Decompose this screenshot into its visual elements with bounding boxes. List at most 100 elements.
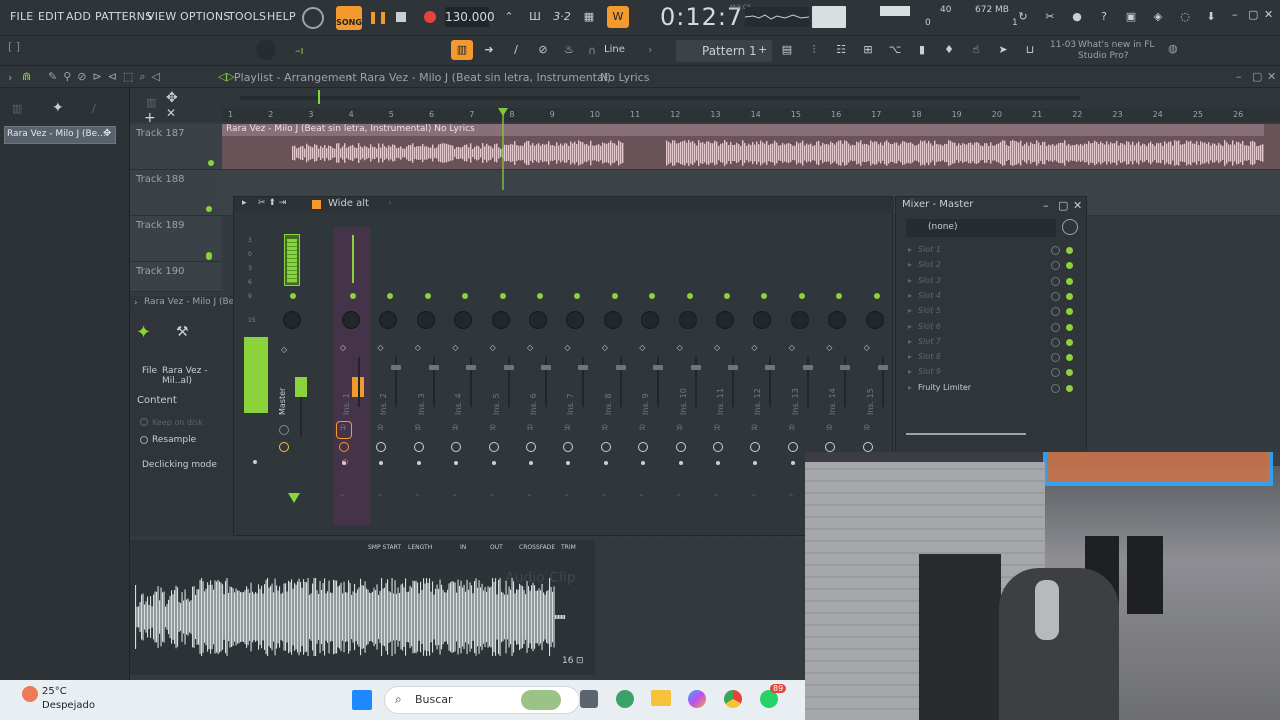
- clip-param-crossfade[interactable]: CROSSFADE: [519, 544, 555, 551]
- fx-slot-mix-knob[interactable]: [1051, 337, 1060, 347]
- fx-slot-7[interactable]: ▸ Slot 7: [906, 335, 1078, 350]
- step-edit-icon[interactable]: ▦: [580, 8, 598, 26]
- insert-strip-10[interactable]: ◇ Ins. 10 ⍾ ⌃: [671, 197, 707, 502]
- insert-led[interactable]: [537, 293, 543, 299]
- playlist-menu-arrow-icon[interactable]: ›: [8, 71, 12, 84]
- insert-stereo-icon[interactable]: ◇: [527, 343, 533, 352]
- fx-slot-arrow-icon[interactable]: ▸: [908, 367, 912, 376]
- pause-icon[interactable]: ❚❚: [368, 10, 388, 24]
- insert-pan-knob[interactable]: [790, 311, 809, 329]
- help-icon[interactable]: ?: [1095, 8, 1113, 26]
- insert-stereo-icon[interactable]: ◇: [415, 343, 421, 352]
- insert-route-arrow-icon[interactable]: ⌃: [451, 493, 458, 502]
- insert-send-dot[interactable]: [416, 461, 421, 465]
- playlist-mode-icon[interactable]: ◁▷: [218, 70, 235, 83]
- globe-icon[interactable]: ◍: [1168, 42, 1178, 55]
- panel-eq-slider[interactable]: [906, 433, 1026, 435]
- pitch-slider-icon[interactable]: –ı: [295, 44, 304, 57]
- insert-led[interactable]: [462, 293, 469, 299]
- insert-pan-knob[interactable]: [865, 311, 884, 329]
- track-header-187[interactable]: Track 187: [130, 124, 222, 170]
- insert-led[interactable]: [574, 293, 581, 299]
- insert-send-dot[interactable]: [753, 461, 758, 465]
- close-icon[interactable]: ✕: [1264, 8, 1273, 21]
- wait-record-icon[interactable]: Ш: [526, 8, 544, 26]
- insert-fader-cap[interactable]: [765, 365, 776, 370]
- fx-slot-arrow-icon[interactable]: ▸: [908, 337, 912, 346]
- insert-pan-knob[interactable]: [566, 311, 585, 329]
- track-header-190[interactable]: Track 190: [130, 254, 222, 292]
- master-led[interactable]: [290, 293, 296, 299]
- insert-route-arrow-icon[interactable]: ⌃: [601, 493, 608, 502]
- pattern-selector[interactable]: Pattern 1 +: [676, 40, 772, 62]
- channel-arrow-icon[interactable]: ›: [134, 298, 138, 308]
- ruler-bar-24[interactable]: 24: [1153, 110, 1163, 119]
- playlist-close-icon[interactable]: ✕: [1267, 70, 1276, 83]
- main-pitch-knob[interactable]: [256, 40, 276, 60]
- ruler-bar-6[interactable]: 6: [429, 110, 434, 119]
- save-icon[interactable]: ▣: [1122, 8, 1140, 26]
- scroll-marker[interactable]: [318, 90, 320, 104]
- insert-pan-knob[interactable]: [491, 311, 510, 329]
- declicking-label[interactable]: Declicking mode: [142, 460, 217, 470]
- cart-icon[interactable]: ⊔: [1021, 41, 1039, 59]
- insert-strip-12[interactable]: ◇ Ins. 12 ⍾ ⌃: [745, 197, 781, 502]
- fx-slot-5[interactable]: ▸ Slot 5: [906, 304, 1078, 319]
- resample-radio[interactable]: [140, 436, 148, 444]
- ruler-bar-3[interactable]: 3: [308, 110, 313, 119]
- playhead[interactable]: [502, 110, 504, 190]
- insert-route-arrow-icon[interactable]: ⌃: [339, 493, 346, 502]
- task-view-icon[interactable]: [580, 690, 598, 708]
- insert-route-icon[interactable]: ⍾: [564, 423, 570, 433]
- mixer-arrow-icon[interactable]: ▸: [242, 198, 247, 208]
- fx-slot-enable-led[interactable]: [1066, 277, 1073, 285]
- fx-slot-mix-knob[interactable]: [1051, 322, 1060, 332]
- menu-patterns[interactable]: PATTERNS: [95, 10, 152, 23]
- insert-send-ring[interactable]: [413, 442, 424, 452]
- panel-clock-icon[interactable]: [1062, 219, 1078, 235]
- insert-stereo-icon[interactable]: ◇: [864, 343, 870, 352]
- channel-rack-icon[interactable]: ☷: [832, 41, 850, 59]
- insert-fader-cap[interactable]: [840, 365, 851, 370]
- insert-stereo-icon[interactable]: ◇: [826, 343, 832, 352]
- fx-slot-6[interactable]: ▸ Slot 6: [906, 320, 1078, 335]
- tracks-move-icon[interactable]: ✥: [166, 90, 178, 106]
- menu-file[interactable]: FILE: [10, 10, 33, 23]
- insert-pan-knob[interactable]: [603, 311, 622, 329]
- insert-pan-knob[interactable]: [716, 311, 734, 329]
- master-stereo-icon[interactable]: ◇: [281, 345, 287, 354]
- news-text[interactable]: What's new in FL Studio Pro?: [1050, 40, 1160, 62]
- insert-send-dot[interactable]: [716, 461, 720, 465]
- ruler-bar-11[interactable]: 11: [630, 110, 640, 119]
- stamp-icon[interactable]: ♨: [560, 41, 578, 59]
- insert-send-ring[interactable]: [488, 442, 499, 452]
- insert-route-icon[interactable]: ⍾: [789, 423, 795, 433]
- snap-magnet-icon[interactable]: ⋒: [22, 70, 31, 83]
- master-send-ring-2[interactable]: [279, 442, 289, 452]
- insert-fader-cap[interactable]: [578, 365, 589, 370]
- tool-arrow-icon[interactable]: ➤: [994, 41, 1012, 59]
- fx-slot-2[interactable]: ▸ Slot 2: [906, 258, 1078, 273]
- master-fader-cap[interactable]: [295, 377, 307, 397]
- insert-send-ring[interactable]: [862, 442, 873, 452]
- audio-clip-page-icon[interactable]: ⊡: [576, 656, 584, 666]
- insert-fader-cap[interactable]: [428, 365, 439, 370]
- fx-slot-arrow-icon[interactable]: ▸: [908, 260, 912, 269]
- insert-send-dot[interactable]: [454, 461, 459, 465]
- insert-route-icon[interactable]: ⍾: [377, 423, 383, 433]
- fx-slot-9[interactable]: ▸ Slot 9: [906, 365, 1078, 380]
- insert-strip-5[interactable]: ◇ Ins. 5 ⍾ ⌃: [484, 197, 520, 502]
- fx-slot-mix-knob[interactable]: [1051, 353, 1060, 363]
- snap-arrow-icon[interactable]: ›: [648, 43, 652, 56]
- ruler-bar-12[interactable]: 12: [670, 110, 680, 119]
- insert-led[interactable]: [798, 293, 805, 299]
- piano-roll-icon[interactable]: ▥: [451, 40, 473, 60]
- insert-strip-4[interactable]: ◇ Ins. 4 ⍾ ⌃: [446, 197, 482, 502]
- master-send-ring[interactable]: [279, 425, 289, 435]
- fx-slot-arrow-icon[interactable]: ▸: [908, 276, 912, 285]
- menu-help[interactable]: HELP: [267, 10, 296, 23]
- fx-slot-mix-knob[interactable]: [1051, 368, 1060, 378]
- menu-edit[interactable]: EDIT: [38, 10, 64, 23]
- insert-stereo-icon[interactable]: ◇: [751, 343, 757, 352]
- ruler-bar-4[interactable]: 4: [349, 110, 354, 119]
